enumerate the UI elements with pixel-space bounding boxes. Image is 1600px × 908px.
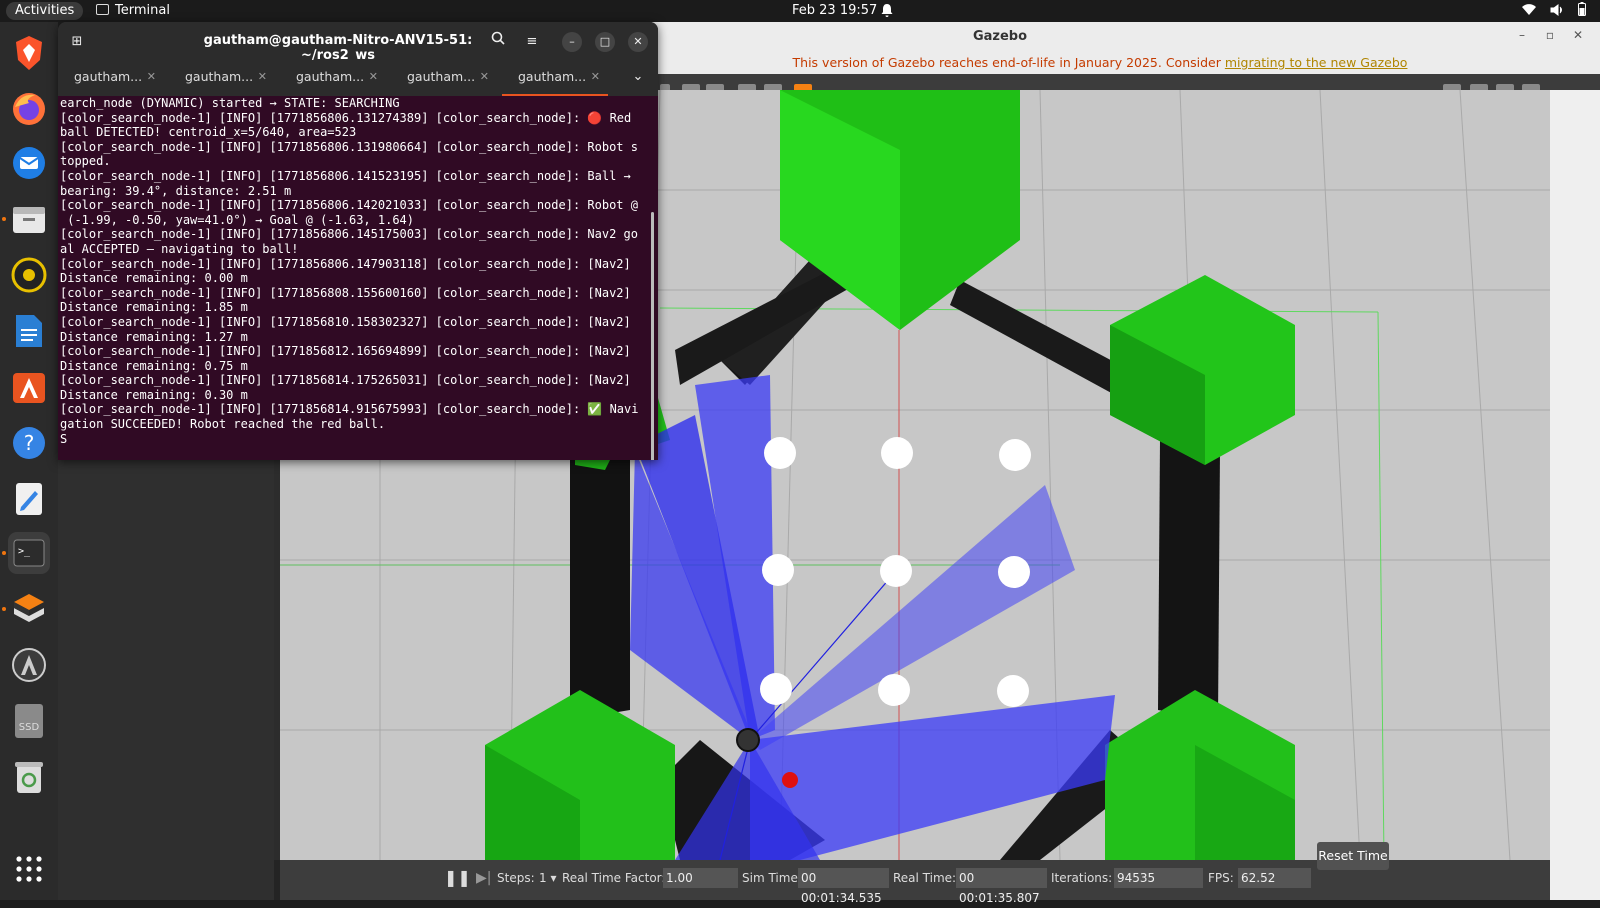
tab-close-icon[interactable]: ✕ xyxy=(369,60,378,94)
terminal-tab[interactable]: gautham... ✕ xyxy=(280,60,386,94)
search-icon[interactable] xyxy=(486,30,510,54)
sim-time-label: Sim Time: xyxy=(742,871,802,885)
boundary-line xyxy=(1377,311,1385,860)
background-window xyxy=(58,460,274,900)
firefox-icon[interactable] xyxy=(8,88,50,130)
fps-label: FPS: xyxy=(1208,871,1234,885)
help-icon[interactable]: ? xyxy=(8,422,50,464)
terminal-tab[interactable]: gautham... ✕ xyxy=(391,60,497,94)
iterations-label: Iterations: xyxy=(1051,871,1113,885)
show-apps-icon[interactable] xyxy=(8,848,50,890)
terminal-title: gautham@gautham-Nitro-ANV15-51: ~/ros2_w… xyxy=(203,33,473,63)
app-menu-label: Terminal xyxy=(115,3,170,18)
wifi-icon[interactable] xyxy=(1521,4,1536,20)
pause-icon[interactable]: ❚❚ xyxy=(444,860,471,896)
rtf-field: 1.00 xyxy=(663,868,738,888)
terminal-tab-active[interactable]: gautham... ✕ xyxy=(502,60,608,97)
app-center-icon[interactable] xyxy=(8,366,50,408)
dock: ? >_ SSD xyxy=(0,22,58,900)
battery-icon[interactable] xyxy=(1578,2,1586,20)
iterations-field: 94535 xyxy=(1114,868,1203,888)
maximize-icon[interactable]: ▫ xyxy=(1536,28,1564,42)
real-time-field: 00 00:01:35.807 xyxy=(956,868,1047,905)
notification-bell-icon[interactable] xyxy=(880,3,894,22)
writer-icon[interactable] xyxy=(8,310,50,352)
terminal-window: ⊞ gautham@gautham-Nitro-ANV15-51: ~/ros2… xyxy=(58,22,658,460)
svg-text:>_: >_ xyxy=(18,546,31,557)
activities-button[interactable]: Activities xyxy=(6,2,84,20)
gazebo-right-panel[interactable] xyxy=(1550,90,1600,900)
svg-text:?: ? xyxy=(24,431,35,455)
running-indicator xyxy=(2,607,6,611)
running-indicator xyxy=(2,217,6,221)
tab-label: gautham... xyxy=(185,69,254,84)
terminal-tab[interactable]: gautham... ✕ xyxy=(58,60,164,94)
terminal-icon[interactable]: >_ xyxy=(8,532,50,574)
sim-time-field: 00 00:01:34.535 xyxy=(798,868,889,905)
tab-close-icon[interactable]: ✕ xyxy=(480,60,489,94)
terminal-scrollbar[interactable] xyxy=(651,212,654,460)
steps-label: Steps: xyxy=(497,871,535,885)
text-editor-icon[interactable] xyxy=(8,478,50,520)
ssd-drive-icon[interactable]: SSD xyxy=(8,700,50,742)
rhythmbox-icon[interactable] xyxy=(8,254,50,296)
eol-banner-text: This version of Gazebo reaches end-of-li… xyxy=(792,55,1225,70)
rtf-label: Real Time Factor: xyxy=(562,871,666,885)
steps-spinner[interactable]: 1 ▾ xyxy=(539,860,556,896)
app-menu[interactable]: Terminal xyxy=(96,0,170,22)
tab-label: gautham... xyxy=(296,69,365,84)
red-ball[interactable] xyxy=(782,772,798,788)
tab-close-icon[interactable]: ✕ xyxy=(591,60,600,94)
thunderbird-icon[interactable] xyxy=(8,142,50,184)
gazebo-titlebar[interactable]: Gazebo – ▫ ✕ xyxy=(600,22,1600,53)
menu-icon[interactable]: ≡ xyxy=(520,30,544,54)
software-updater-icon[interactable] xyxy=(8,644,50,686)
files-icon[interactable] xyxy=(8,198,50,240)
close-icon[interactable]: ✕ xyxy=(1564,28,1592,42)
real-time-label: Real Time: xyxy=(893,871,957,885)
terminal-tab-bar: gautham... ✕ gautham... ✕ gautham... ✕ gaut… xyxy=(58,60,658,97)
volume-icon[interactable] xyxy=(1550,4,1564,20)
top-bar: Activities Terminal Feb 23 19:57 xyxy=(0,0,1600,22)
terminal-app-icon xyxy=(96,4,109,15)
migration-link[interactable]: migrating to the new Gazebo xyxy=(1225,55,1408,70)
terminal-output[interactable]: earch_node (DYNAMIC) started → STATE: SE… xyxy=(58,96,658,460)
tab-label: gautham... xyxy=(74,69,143,84)
gazebo-window-controls: – ▫ ✕ xyxy=(1508,28,1592,42)
ssd-label: SSD xyxy=(19,722,40,733)
new-tab-icon[interactable]: ⊞ xyxy=(65,30,89,54)
step-icon[interactable]: ▶| xyxy=(476,860,491,896)
brave-icon[interactable] xyxy=(8,32,50,74)
eol-banner: This version of Gazebo reaches end-of-li… xyxy=(600,52,1600,74)
gazebo-title: Gazebo xyxy=(972,29,1028,44)
reset-time-button[interactable]: Reset Time xyxy=(1317,842,1389,870)
system-tray[interactable] xyxy=(1512,2,1586,20)
gazebo-icon[interactable] xyxy=(8,588,50,630)
tab-close-icon[interactable]: ✕ xyxy=(147,60,156,94)
fps-field: 62.52 xyxy=(1238,868,1311,888)
steps-value: 1 xyxy=(539,871,547,885)
terminal-tab[interactable]: gautham... ✕ xyxy=(169,60,275,94)
tab-label: gautham... xyxy=(518,69,587,84)
running-indicator xyxy=(2,551,6,555)
terminal-headerbar[interactable]: ⊞ gautham@gautham-Nitro-ANV15-51: ~/ros2… xyxy=(58,22,658,63)
minimize-icon[interactable]: – xyxy=(562,32,582,52)
maximize-icon[interactable]: □ xyxy=(595,32,615,52)
trash-icon[interactable] xyxy=(8,756,50,798)
robot-model[interactable] xyxy=(736,728,760,752)
minimize-icon[interactable]: – xyxy=(1508,28,1536,42)
clock[interactable]: Feb 23 19:57 xyxy=(792,0,877,22)
tab-label: gautham... xyxy=(407,69,476,84)
close-icon[interactable]: ✕ xyxy=(628,32,648,52)
tab-list-chevron-down-icon[interactable]: ⌄ xyxy=(626,65,650,89)
tab-close-icon[interactable]: ✕ xyxy=(258,60,267,94)
